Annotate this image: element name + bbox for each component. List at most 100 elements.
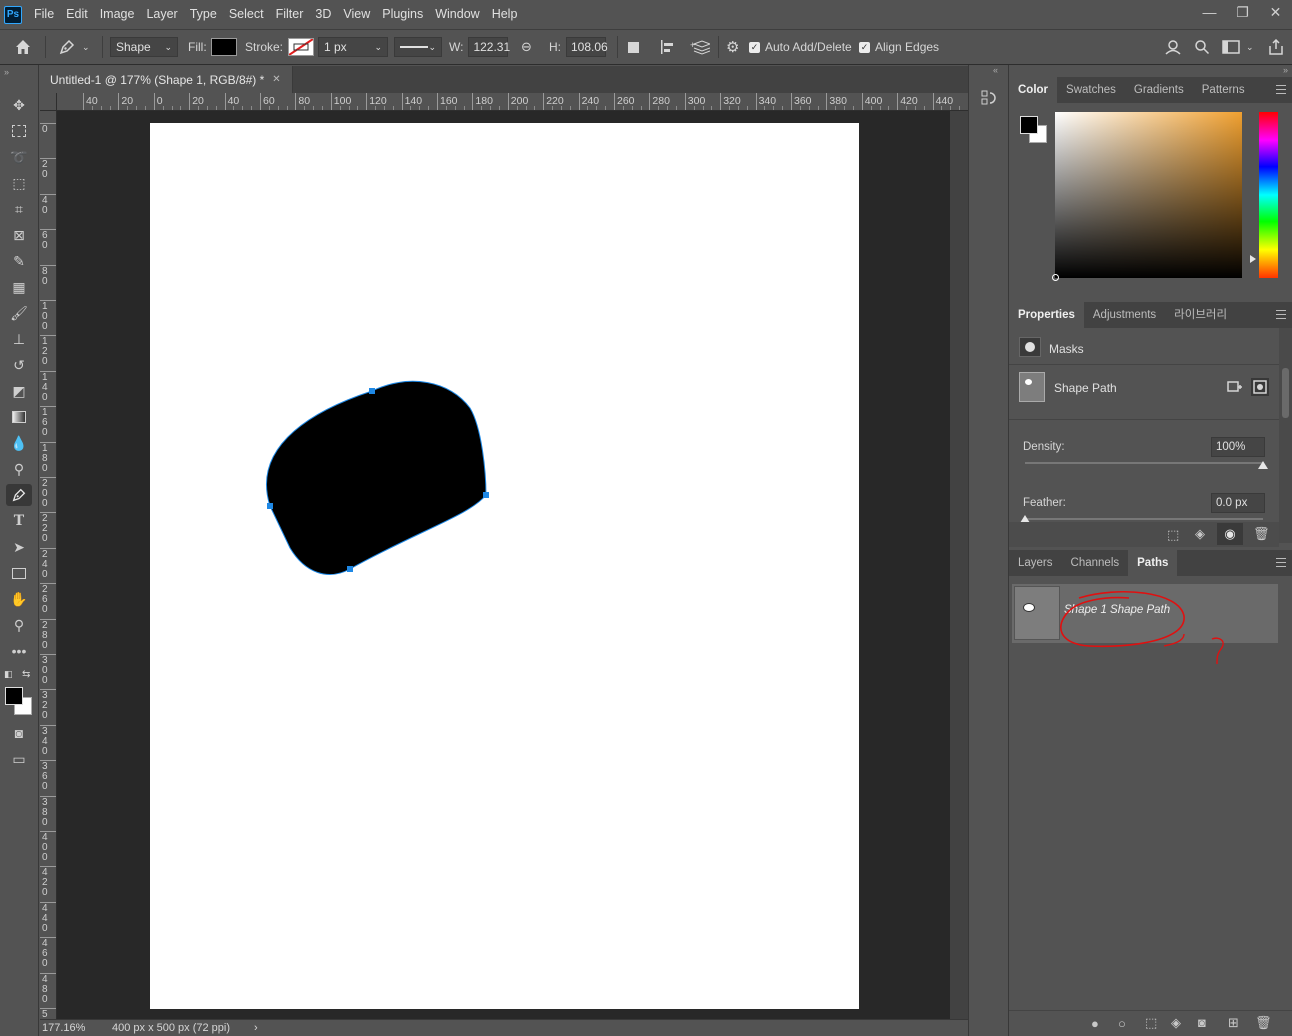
tool-mode-select[interactable]: Shape ⌄ <box>110 37 178 57</box>
foreground-color-swatch[interactable] <box>5 687 23 705</box>
home-button[interactable] <box>14 30 32 64</box>
crop-tool[interactable]: ⌗ <box>6 198 32 220</box>
pen-tool-preset-picker[interactable]: ⌄ <box>58 30 90 64</box>
new-path-icon[interactable]: ⊞ <box>1228 1015 1239 1031</box>
fill-color-swatch[interactable] <box>210 38 237 56</box>
close-tab-icon[interactable]: ✕ <box>272 74 280 85</box>
menu-file[interactable]: File <box>28 0 60 29</box>
tab-patterns[interactable]: Patterns <box>1193 77 1254 103</box>
menu-help[interactable]: Help <box>486 0 524 29</box>
rectangle-tool[interactable] <box>6 562 32 584</box>
path-alignment-button[interactable] <box>660 30 676 64</box>
feather-slider[interactable] <box>1025 518 1263 520</box>
tab-paths[interactable]: Paths <box>1128 550 1178 576</box>
load-selection-icon[interactable]: ⬚ <box>1167 527 1179 543</box>
horizontal-ruler[interactable]: 40 20 0 20 40 60 80 100 120 140 160 180 200 220 240 260… <box>57 93 968 111</box>
fill-path-icon[interactable]: ● <box>1091 1016 1099 1031</box>
stroke-type-select[interactable]: ⌄ <box>394 37 442 57</box>
density-slider[interactable] <box>1025 462 1263 464</box>
menu-layer[interactable]: Layer <box>140 0 183 29</box>
workspace-switcher[interactable]: ⌄ <box>1222 30 1254 64</box>
clone-stamp-tool[interactable]: ⊥ <box>6 328 32 350</box>
height-input[interactable]: 108.06 <box>566 37 608 57</box>
canvas-area[interactable] <box>57 111 950 1019</box>
collapse-dock-icon[interactable]: « <box>993 65 998 75</box>
document-canvas[interactable] <box>150 123 859 1009</box>
panel-menu-icon[interactable] <box>1276 85 1286 94</box>
lasso-tool[interactable]: ➰ <box>6 146 32 168</box>
auto-add-delete-checkbox[interactable]: ✓ Auto Add/Delete <box>749 30 852 64</box>
healing-brush-tool[interactable]: ▦ <box>6 276 32 298</box>
menu-select[interactable]: Select <box>223 0 270 29</box>
move-tool[interactable]: ✥ <box>6 94 32 116</box>
brush-tool[interactable]: 🖌 <box>6 302 32 324</box>
close-button[interactable]: ✕ <box>1259 0 1292 24</box>
swap-colors-icon[interactable]: ⇆ <box>22 669 30 680</box>
tab-libraries[interactable]: 라이브러리 <box>1165 302 1236 328</box>
photoshop-logo-icon[interactable]: Ps <box>4 5 22 24</box>
color-picker-field[interactable] <box>1052 112 1242 281</box>
gradient-tool[interactable] <box>6 406 32 428</box>
anchor-point[interactable] <box>267 503 273 509</box>
anchor-point[interactable] <box>483 492 489 498</box>
ruler-origin[interactable] <box>40 93 57 111</box>
vertical-ruler[interactable]: 0 20 40 60 80 100 120 140 160 180 200 220 240 260 280 3… <box>40 111 57 1019</box>
path-arrangement-button[interactable]: + <box>690 30 710 64</box>
make-work-path-icon[interactable]: ◈ <box>1171 1015 1181 1031</box>
panel-menu-icon[interactable] <box>1276 558 1286 567</box>
eyedropper-tool[interactable]: ✎ <box>6 250 32 272</box>
width-input[interactable]: 122.31 <box>468 37 510 57</box>
panel-menu-icon[interactable] <box>1276 310 1286 319</box>
tab-properties[interactable]: Properties <box>1009 302 1084 328</box>
color-panel-foreground-swatch[interactable] <box>1020 116 1038 134</box>
apply-mask-icon[interactable]: ◈ <box>1195 526 1205 542</box>
tab-adjustments[interactable]: Adjustments <box>1084 302 1165 328</box>
chevron-right-icon[interactable]: › <box>254 1022 258 1034</box>
properties-scrollbar[interactable] <box>1279 328 1292 543</box>
tab-layers[interactable]: Layers <box>1009 550 1062 576</box>
tab-swatches[interactable]: Swatches <box>1057 77 1125 103</box>
default-colors-icon[interactable]: ◧ <box>4 669 13 680</box>
edit-toolbar-button[interactable]: ••• <box>6 640 32 662</box>
dodge-tool[interactable]: ⚲ <box>6 458 32 480</box>
menu-window[interactable]: Window <box>429 0 485 29</box>
zoom-level[interactable]: 177.16% <box>42 1022 112 1034</box>
link-dimensions-button[interactable]: ⊖ <box>521 30 532 64</box>
stroke-color-swatch[interactable] <box>288 38 315 56</box>
eraser-tool[interactable]: ◩ <box>6 380 32 402</box>
shape-1-path[interactable] <box>266 380 487 575</box>
history-panel-button[interactable] <box>981 89 997 107</box>
minimize-button[interactable]: — <box>1193 0 1226 24</box>
add-mask-icon[interactable]: ◙ <box>1198 1015 1206 1030</box>
history-brush-tool[interactable]: ↺ <box>6 354 32 376</box>
pen-settings-button[interactable]: ⚙ <box>726 30 739 64</box>
marquee-tool[interactable] <box>6 120 32 142</box>
search-button[interactable] <box>1194 30 1210 64</box>
tab-channels[interactable]: Channels <box>1062 550 1129 576</box>
tab-color[interactable]: Color <box>1009 77 1058 103</box>
trash-icon[interactable]: 🗑 <box>1255 1015 1272 1031</box>
type-tool[interactable]: T <box>6 510 32 532</box>
expand-dock-icon[interactable]: » <box>1283 65 1288 75</box>
toggle-mask-visibility-button[interactable]: ◉ <box>1217 523 1243 545</box>
canvas-vertical-scrollbar[interactable] <box>950 111 968 1019</box>
path-selection-tool[interactable]: ➤ <box>6 536 32 558</box>
trash-icon[interactable]: 🗑 <box>1253 526 1270 542</box>
density-slider-thumb[interactable] <box>1258 461 1268 469</box>
menu-filter[interactable]: Filter <box>270 0 310 29</box>
density-input[interactable]: 100% <box>1211 437 1265 457</box>
shape-1[interactable] <box>150 123 859 1009</box>
quick-mask-button[interactable]: ◙ <box>6 722 32 744</box>
shape-path-thumbnail[interactable] <box>1019 372 1045 402</box>
path-operations-button[interactable] <box>628 30 639 64</box>
menu-edit[interactable]: Edit <box>60 0 94 29</box>
load-path-as-selection-icon[interactable]: ⬚ <box>1145 1015 1157 1031</box>
frame-tool[interactable]: ⊠ <box>6 224 32 246</box>
hue-slider[interactable] <box>1259 112 1278 278</box>
align-edges-checkbox[interactable]: ✓ Align Edges <box>859 30 939 64</box>
share-profile-button[interactable] <box>1164 30 1182 64</box>
apply-vector-mask-button[interactable] <box>1227 379 1243 395</box>
hue-slider-thumb[interactable] <box>1250 255 1256 263</box>
menu-3d[interactable]: 3D <box>309 0 337 29</box>
anchor-point[interactable] <box>347 566 353 572</box>
